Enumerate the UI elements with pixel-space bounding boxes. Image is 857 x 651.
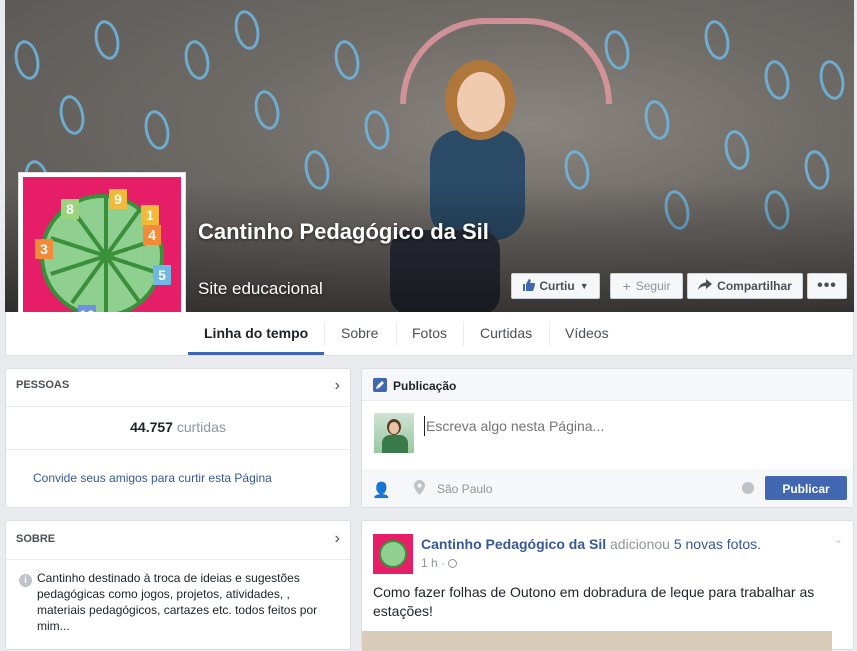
people-card: PESSOAS › 44.757 curtidas Convide seus a…: [5, 368, 351, 508]
tab-about[interactable]: Sobre: [325, 312, 394, 355]
like-button-label: Curtiu: [539, 279, 575, 293]
page-category[interactable]: Site educacional: [198, 279, 323, 299]
about-card-title[interactable]: SOBRE: [16, 533, 55, 545]
page-actions: Curtiu ▼ + Seguir Compartilhar •••: [511, 273, 847, 299]
likes-count: 44.757: [130, 419, 173, 435]
post-photos-link[interactable]: 5 novas fotos.: [674, 536, 761, 552]
composer-title[interactable]: Publicação: [393, 379, 456, 393]
post-author-avatar[interactable]: [373, 534, 413, 574]
profile-number-tag: 4: [143, 225, 161, 245]
tab-timeline[interactable]: Linha do tempo: [188, 312, 325, 355]
info-icon: i: [19, 574, 32, 587]
post-text: Como fazer folhas de Outono em dobradura…: [373, 584, 815, 619]
plus-icon: +: [622, 278, 631, 294]
post-action-text: adicionou: [610, 536, 670, 552]
chevron-down-icon[interactable]: ⌄: [834, 533, 843, 546]
page-tab-bar: Linha do tempo Sobre Fotos Curtidas Víde…: [5, 312, 854, 356]
share-button[interactable]: Compartilhar: [687, 273, 803, 299]
globe-icon[interactable]: [742, 482, 754, 494]
pencil-icon: [373, 378, 387, 392]
more-options-button[interactable]: •••: [807, 273, 847, 299]
globe-icon: [448, 559, 458, 568]
post-card: Cantinho Pedagógico da Sil adicionou 5 n…: [361, 520, 854, 651]
page-avatar: [374, 413, 414, 453]
likes-label: curtidas: [176, 419, 226, 435]
tab-likes[interactable]: Curtidas: [464, 312, 548, 355]
post-timestamp[interactable]: 1 h ·: [421, 556, 445, 570]
composer-location[interactable]: São Paulo: [437, 482, 492, 496]
profile-number-tag: 3: [35, 239, 53, 259]
composer-input[interactable]: [424, 416, 828, 436]
tab-videos[interactable]: Vídeos: [549, 312, 625, 355]
profile-number-tag: 5: [153, 265, 171, 285]
about-description: Cantinho destinado à troca de ideias e s…: [37, 571, 318, 633]
share-button-label: Compartilhar: [717, 279, 792, 293]
post-author-link[interactable]: Cantinho Pedagógico da Sil: [421, 536, 606, 552]
tag-person-icon[interactable]: 👤: [372, 481, 391, 499]
like-button[interactable]: Curtiu ▼: [511, 273, 600, 299]
follow-button-label: Seguir: [635, 279, 671, 293]
chevron-right-icon[interactable]: ›: [335, 530, 340, 548]
profile-number-tag: 8: [61, 199, 79, 219]
page-title[interactable]: Cantinho Pedagógico da Sil: [198, 218, 498, 246]
more-dots-icon: •••: [817, 277, 837, 294]
tab-photos[interactable]: Fotos: [396, 312, 463, 355]
profile-number-tag: 1: [141, 205, 159, 225]
about-card: SOBRE › i Cantinho destinado à troca de …: [5, 520, 351, 650]
caret-down-icon: ▼: [579, 281, 589, 291]
publish-button[interactable]: Publicar: [765, 476, 847, 500]
invite-friends-link[interactable]: Convide seus amigos para curtir esta Pág…: [33, 471, 272, 485]
chevron-right-icon[interactable]: ›: [335, 377, 340, 395]
composer-card: Publicação 👤 São Paulo Publicar: [361, 368, 854, 508]
people-card-title[interactable]: PESSOAS: [16, 379, 69, 391]
follow-button[interactable]: + Seguir: [610, 273, 683, 299]
thumbs-up-icon: [522, 278, 536, 294]
profile-number-tag: 9: [109, 189, 127, 209]
location-pin-icon[interactable]: [414, 480, 425, 495]
share-arrow-icon: [698, 279, 713, 293]
post-photo[interactable]: [362, 631, 832, 651]
